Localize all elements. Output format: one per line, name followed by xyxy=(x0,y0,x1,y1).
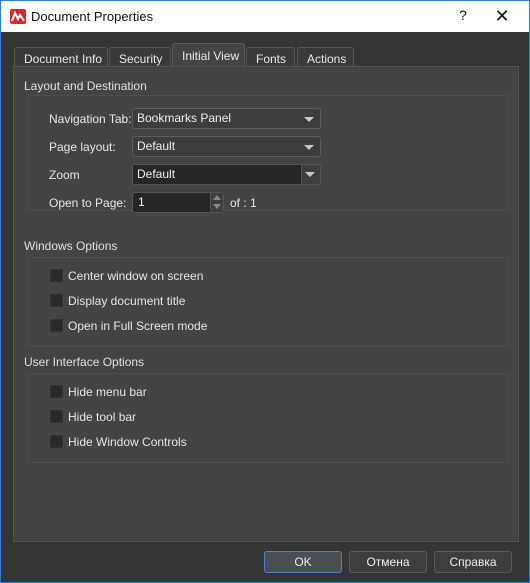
tab-security[interactable]: Security xyxy=(109,47,171,68)
checkbox-box[interactable] xyxy=(50,319,63,332)
checkbox-box[interactable] xyxy=(50,269,63,282)
checkbox-box[interactable] xyxy=(50,435,63,448)
title-bar: Document Properties ? ✕ xyxy=(1,1,529,32)
page-layout-value: Default xyxy=(137,139,176,153)
tab-initial-view[interactable]: Initial View xyxy=(172,43,245,68)
navigation-tab-value: Bookmarks Panel xyxy=(137,111,232,125)
chevron-down-icon xyxy=(305,172,315,177)
checkbox-label[interactable]: Hide tool bar xyxy=(68,410,136,424)
checkbox-label[interactable]: Display document title xyxy=(68,294,185,308)
spin-up-icon[interactable] xyxy=(213,195,221,200)
checkbox-box[interactable] xyxy=(50,410,63,423)
help-icon[interactable]: ? xyxy=(453,7,473,27)
navigation-tab-select[interactable]: Bookmarks Panel xyxy=(132,108,321,129)
layout-section-title: Layout and Destination xyxy=(24,79,147,93)
help-button[interactable]: Справка xyxy=(434,551,512,573)
app-logo-icon xyxy=(10,9,26,24)
tab-fonts[interactable]: Fonts xyxy=(246,47,295,68)
page-count-label: of : 1 xyxy=(230,196,257,210)
windows-options-group: Center window on screen Display document… xyxy=(27,257,509,347)
ui-section-title: User Interface Options xyxy=(24,355,145,369)
page-layout-select[interactable]: Default xyxy=(132,136,321,157)
open-to-page-spinbox[interactable]: 1 xyxy=(132,192,224,213)
checkbox-label[interactable]: Center window on screen xyxy=(68,269,203,283)
checkbox-label[interactable]: Hide menu bar xyxy=(68,385,147,399)
window-title: Document Properties xyxy=(31,9,154,24)
open-to-page-value[interactable]: 1 xyxy=(138,195,145,209)
page-layout-label: Page layout: xyxy=(49,140,116,154)
checkbox-label[interactable]: Open in Full Screen mode xyxy=(68,319,207,333)
tab-document-info[interactable]: Document Info xyxy=(14,47,108,68)
spin-down-icon[interactable] xyxy=(213,204,221,209)
checkbox-box[interactable] xyxy=(50,385,63,398)
windows-section-title: Windows Options xyxy=(24,239,118,253)
cancel-button[interactable]: Отмена xyxy=(349,551,427,573)
zoom-value[interactable]: Default xyxy=(137,167,175,181)
zoom-combo[interactable]: Default xyxy=(132,164,321,185)
ui-options-group: Hide menu bar Hide tool bar Hide Window … xyxy=(27,373,509,463)
chevron-down-icon xyxy=(304,117,314,122)
document-properties-dialog: Document Properties ? ✕ Document Info Se… xyxy=(0,0,530,583)
checkbox-label[interactable]: Hide Window Controls xyxy=(68,435,187,449)
open-to-page-label: Open to Page: xyxy=(49,196,127,210)
layout-group: Navigation Tab: Bookmarks Panel Page lay… xyxy=(27,95,509,213)
zoom-dropdown-button[interactable] xyxy=(301,165,320,184)
close-icon[interactable]: ✕ xyxy=(491,5,513,27)
ok-button[interactable]: OK xyxy=(264,551,342,573)
tab-actions[interactable]: Actions xyxy=(297,47,354,68)
navigation-tab-label: Navigation Tab: xyxy=(49,112,132,126)
initial-view-panel: Layout and Destination Navigation Tab: B… xyxy=(13,66,519,542)
checkbox-box[interactable] xyxy=(50,294,63,307)
chevron-down-icon xyxy=(304,145,314,150)
zoom-label: Zoom xyxy=(49,168,80,182)
spin-buttons[interactable] xyxy=(210,193,223,212)
